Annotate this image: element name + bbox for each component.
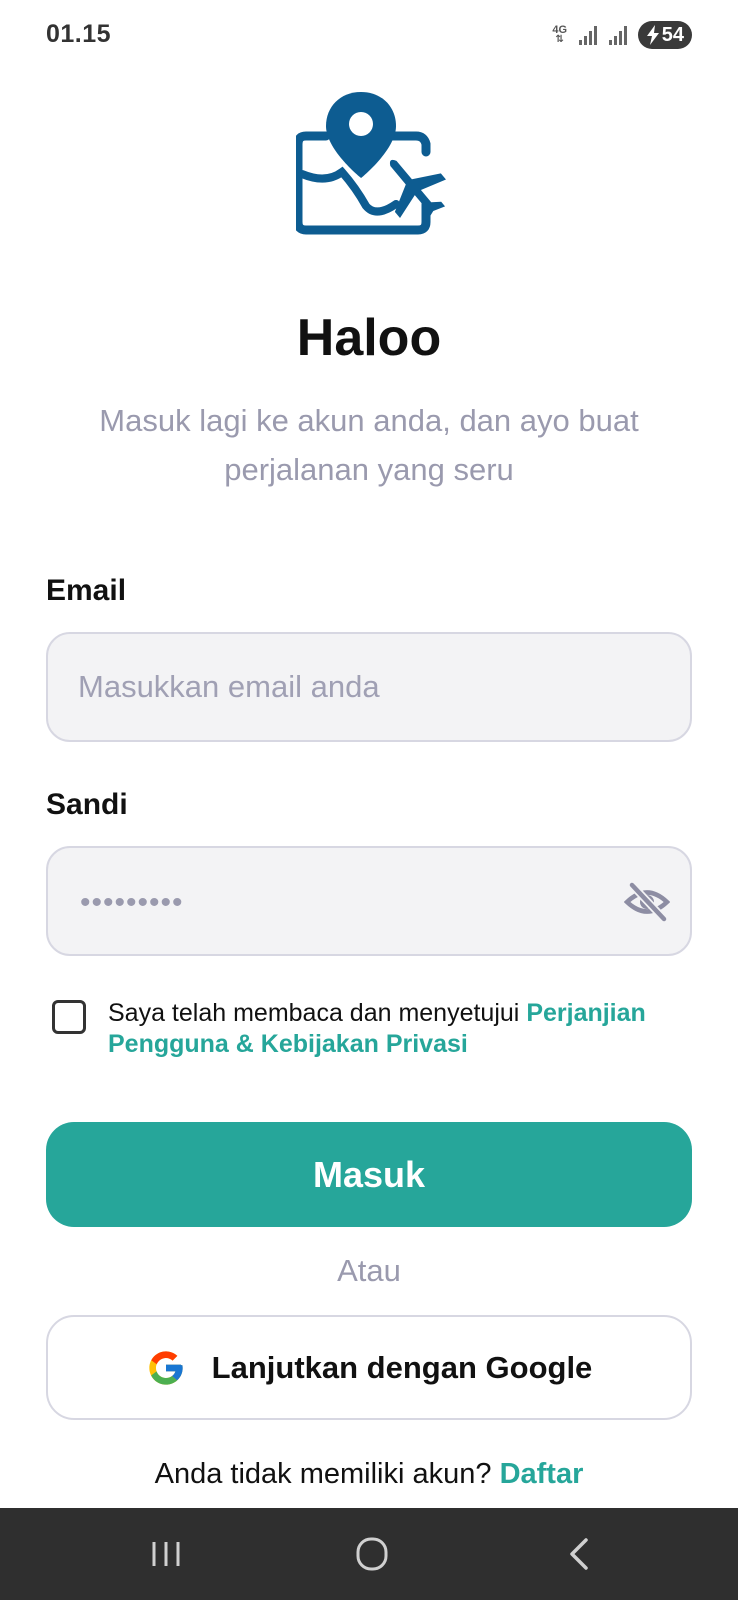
login-button[interactable]: Masuk [46, 1122, 692, 1227]
password-field[interactable]: ••••••••• [46, 846, 692, 956]
password-label: Sandi [46, 788, 128, 821]
battery-charging-icon [646, 25, 659, 45]
signal-icon [578, 26, 597, 45]
home-icon[interactable] [342, 1534, 402, 1574]
signup-link[interactable]: Daftar [500, 1458, 584, 1490]
map-pin-airplane-icon [296, 92, 446, 235]
google-signin-label: Lanjutkan dengan Google [211, 1349, 593, 1385]
eye-off-icon[interactable] [624, 881, 670, 923]
agreement-text-block: Saya telah membaca dan menyetujui Perjan… [108, 998, 708, 1060]
or-divider-label: Atau [337, 1253, 401, 1288]
data-arrows-icon: ⇅ [555, 34, 564, 45]
google-signin-button[interactable]: Lanjutkan dengan Google [46, 1315, 692, 1420]
back-icon[interactable] [548, 1534, 608, 1574]
password-value: ••••••••• [80, 886, 184, 919]
navigation-bar [0, 1508, 738, 1600]
status-icons: 4G ⇅ 54 [550, 20, 692, 50]
battery-level: 54 [661, 23, 684, 46]
email-field-container [46, 632, 692, 742]
battery-indicator: 54 [637, 21, 692, 49]
signup-row: Anda tidak memiliki akun? Daftar [0, 1458, 738, 1491]
recent-apps-icon[interactable] [136, 1534, 196, 1574]
network-type-indicator: 4G ⇅ [550, 25, 570, 45]
status-time: 01.15 [46, 20, 112, 48]
agreement-checkbox[interactable] [52, 1000, 86, 1034]
page-subtitle: Masuk lagi ke akun anda, dan ayo buat pe… [99, 403, 639, 487]
email-field[interactable] [48, 634, 690, 740]
status-bar: 01.15 4G ⇅ 54 [0, 0, 738, 70]
page-title: Haloo [296, 309, 442, 367]
signal-icon [608, 26, 627, 45]
email-label: Email [46, 574, 127, 607]
signup-prompt: Anda tidak memiliki akun? [154, 1458, 500, 1490]
agreement-text: Saya telah membaca dan menyetujui [108, 999, 527, 1027]
google-icon [149, 1350, 183, 1385]
